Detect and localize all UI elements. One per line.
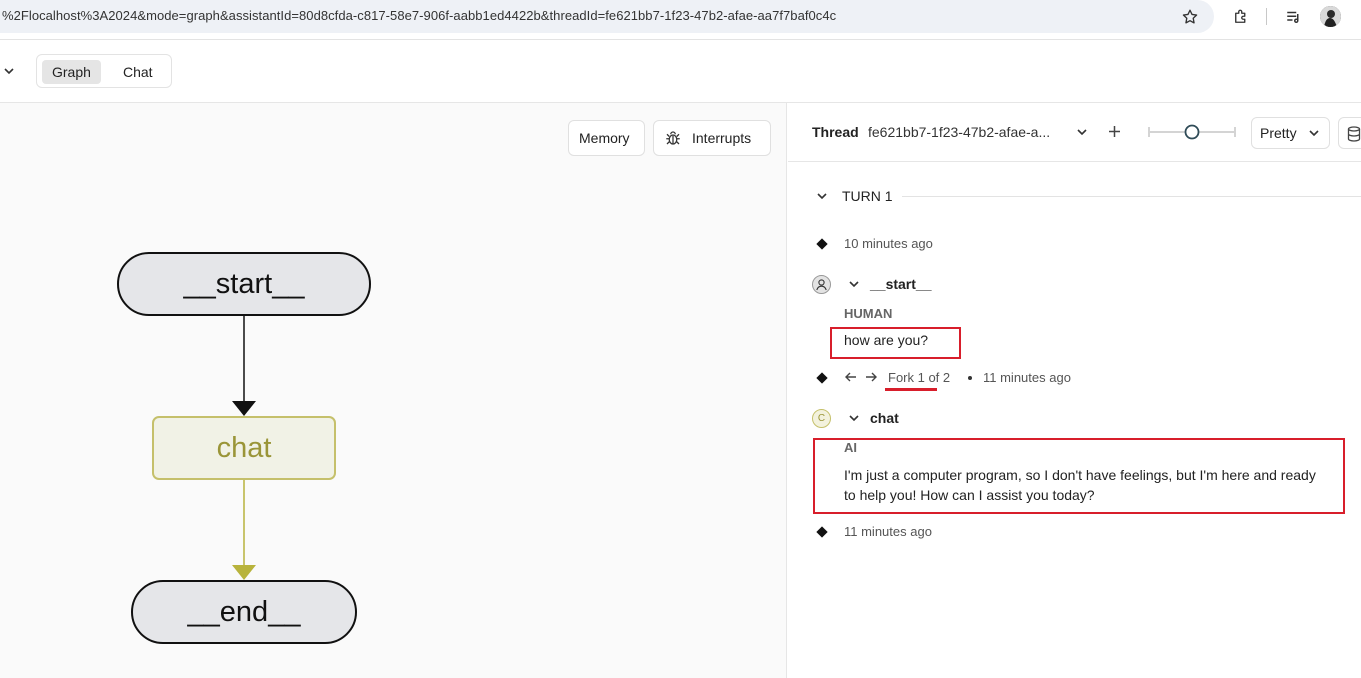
highlight-box-human xyxy=(830,327,961,359)
add-thread-icon[interactable] xyxy=(1107,124,1122,144)
database-icon xyxy=(1347,126,1361,142)
graph-node-chat[interactable]: chat xyxy=(152,416,336,480)
view-mode-label: Pretty xyxy=(1260,125,1297,141)
history-slider[interactable] xyxy=(1147,121,1239,143)
role-label-human: HUMAN xyxy=(844,306,893,321)
chevron-down-icon[interactable] xyxy=(2,64,16,83)
media-control-icon[interactable] xyxy=(1283,6,1305,28)
chevron-down-icon[interactable] xyxy=(1075,125,1089,144)
separator-dot xyxy=(968,376,972,380)
checkpoint-time: 10 minutes ago xyxy=(844,236,933,251)
thread-id-select[interactable]: fe621bb7-1f23-47b2-afae-a... xyxy=(868,124,1050,140)
view-mode-select[interactable]: Pretty xyxy=(1251,117,1330,149)
checkpoint-time: 11 minutes ago xyxy=(844,524,932,539)
state-button[interactable] xyxy=(1338,117,1361,149)
turn-label[interactable]: TURN 1 xyxy=(842,188,893,204)
profile-avatar[interactable] xyxy=(1320,6,1341,27)
bookmark-star-icon[interactable] xyxy=(1179,6,1201,28)
fork-time: 11 minutes ago xyxy=(983,370,1071,385)
toolbar-divider xyxy=(1266,8,1267,25)
thread-panel: Thread fe621bb7-1f23-47b2-afae-a... Pret… xyxy=(788,103,1361,678)
tab-chat[interactable]: Chat xyxy=(113,60,163,84)
edge-start-chat-arrow xyxy=(232,401,256,416)
graph-canvas[interactable]: Memory Interrupts __start__ chat __end__ xyxy=(0,103,787,678)
chevron-down-icon[interactable] xyxy=(847,411,861,430)
chevron-down-icon[interactable] xyxy=(847,277,861,296)
graph-edges xyxy=(232,316,256,580)
browser-toolbar: %2Flocalhost%3A2024&mode=graph&assistant… xyxy=(0,0,1361,40)
arrow-right-icon[interactable] xyxy=(864,370,878,389)
graph-node-start[interactable]: __start__ xyxy=(117,252,371,316)
address-bar[interactable]: %2Flocalhost%3A2024&mode=graph&assistant… xyxy=(0,0,1214,33)
fork-indicator[interactable]: Fork 1 of 2 xyxy=(888,370,950,385)
thread-label: Thread xyxy=(812,124,859,140)
checkpoint-marker xyxy=(816,372,828,384)
checkpoint-marker xyxy=(816,526,828,538)
checkpoint-marker xyxy=(816,238,828,250)
app-header: Graph Chat xyxy=(0,40,1361,103)
mode-switch: Graph Chat xyxy=(36,54,172,88)
turn-divider xyxy=(902,196,1361,197)
edge-chat-end-arrow xyxy=(232,565,256,580)
tab-graph[interactable]: Graph xyxy=(42,60,101,84)
chat-node-avatar: C xyxy=(812,409,831,428)
chevron-down-icon xyxy=(1307,126,1321,140)
graph-node-end[interactable]: __end__ xyxy=(131,580,357,644)
user-avatar-icon xyxy=(812,275,831,294)
arrow-left-icon[interactable] xyxy=(844,370,858,389)
fork-underline-highlight xyxy=(885,388,937,391)
thread-toolbar: Thread fe621bb7-1f23-47b2-afae-a... Pret… xyxy=(788,103,1361,162)
extensions-icon[interactable] xyxy=(1230,6,1252,28)
node-name-start[interactable]: __start__ xyxy=(870,276,932,292)
url-text[interactable]: %2Flocalhost%3A2024&mode=graph&assistant… xyxy=(2,8,836,23)
node-name-chat[interactable]: chat xyxy=(870,410,899,426)
highlight-box-ai xyxy=(813,438,1345,514)
chevron-down-icon[interactable] xyxy=(815,189,829,208)
